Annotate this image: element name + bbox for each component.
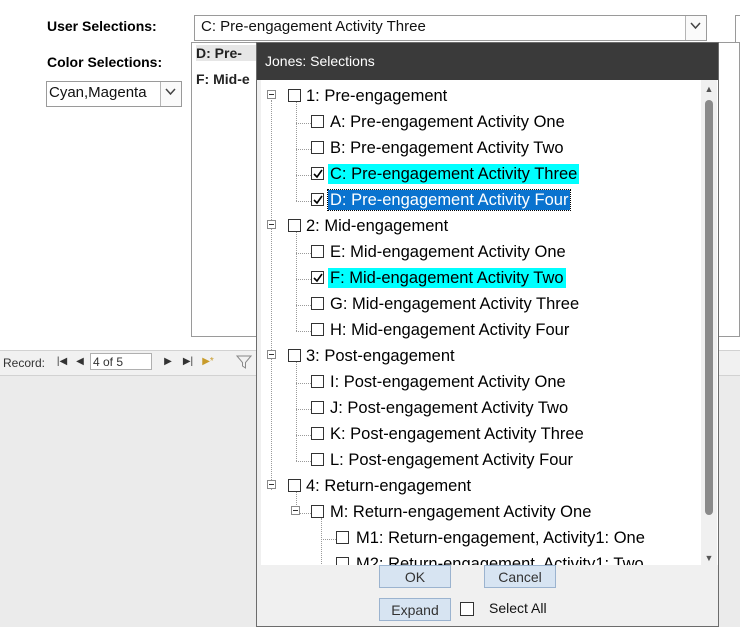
ok-button[interactable]: OK [379, 565, 451, 588]
tree-scrollbar[interactable]: ▲ ▼ [701, 80, 717, 565]
tree-item-label: F: Mid-engagement Activity Two [328, 268, 566, 288]
list-item[interactable]: F: Mid-e [196, 71, 256, 87]
tree-item[interactable]: M1: Return-engagement, Activity1: One [261, 526, 701, 552]
tree-checkbox[interactable] [311, 297, 324, 310]
tree-item-label: 3: Post-engagement [306, 347, 455, 365]
record-number-input[interactable]: 4 of 5 [90, 353, 152, 370]
color-selections-label: Color Selections: [47, 54, 163, 70]
tree-item[interactable]: E: Mid-engagement Activity One [261, 240, 701, 266]
tree-item[interactable]: B: Pre-engagement Activity Two [261, 136, 701, 162]
tree-checkbox[interactable] [311, 453, 324, 466]
tree-item-label: G: Mid-engagement Activity Three [330, 295, 580, 313]
tree-item-label: E: Mid-engagement Activity One [330, 243, 566, 261]
collapse-icon[interactable] [267, 350, 276, 359]
dialog-title: Jones: Selections [257, 43, 718, 80]
tree-checkbox[interactable] [311, 141, 324, 154]
tree-checkbox[interactable] [311, 427, 324, 440]
tree-group[interactable]: 4: Return-engagement [261, 474, 701, 500]
tree-item-label: A: Pre-engagement Activity One [330, 113, 565, 131]
prev-record-icon[interactable]: ◀ [73, 355, 87, 369]
tree-item-label: 4: Return-engagement [306, 477, 472, 495]
tree-item-label: K: Post-engagement Activity Three [330, 425, 584, 443]
filter-icon[interactable] [235, 354, 253, 369]
selections-dialog: Jones: Selections 1: Pre-engagement A: Pr… [256, 42, 719, 627]
tree-item-label: M: Return-engagement Activity One [330, 503, 592, 521]
color-selections-combo[interactable]: Cyan,Magenta [46, 81, 182, 107]
tree-group[interactable]: 2: Mid-engagement [261, 214, 701, 240]
select-all-checkbox[interactable] [460, 602, 474, 616]
collapse-icon[interactable] [267, 480, 276, 489]
tree-item-label: I: Post-engagement Activity One [330, 373, 566, 391]
tree-item[interactable]: A: Pre-engagement Activity One [261, 110, 701, 136]
tree-checkbox[interactable] [311, 375, 324, 388]
tree-item-label: D: Pre-engagement Activity Four [326, 189, 572, 211]
scroll-up-icon[interactable]: ▲ [704, 84, 714, 94]
cancel-button[interactable]: Cancel [484, 565, 556, 588]
tree-checkbox[interactable] [311, 245, 324, 258]
tree-checkbox[interactable] [311, 401, 324, 414]
tree-item[interactable]: M2: Return-engagement, Activity1: Two [261, 552, 701, 565]
tree-item[interactable]: F: Mid-engagement Activity Two [261, 266, 701, 292]
user-selections-label: User Selections: [47, 18, 157, 34]
user-selections-value: C: Pre-engagement Activity Three [201, 18, 426, 35]
collapse-icon[interactable] [291, 506, 300, 515]
collapse-icon[interactable] [267, 220, 276, 229]
new-record-icon[interactable]: ▶* [201, 355, 215, 369]
chevron-down-icon[interactable] [685, 16, 706, 40]
tree-item-label: J: Post-engagement Activity Two [330, 399, 569, 417]
tree-item-label: B: Pre-engagement Activity Two [330, 139, 564, 157]
scroll-thumb[interactable] [705, 100, 713, 515]
tree-item-label: H: Mid-engagement Activity Four [330, 321, 570, 339]
tree-item[interactable]: J: Post-engagement Activity Two [261, 396, 701, 422]
list-item[interactable]: D: Pre- [196, 45, 256, 61]
tree-item-label: C: Pre-engagement Activity Three [328, 164, 580, 184]
tree-checkbox[interactable] [311, 323, 324, 336]
tree-checkbox[interactable] [311, 271, 324, 284]
tree-item[interactable]: I: Post-engagement Activity One [261, 370, 701, 396]
color-selections-value: Cyan,Magenta [49, 84, 147, 101]
selections-tree[interactable]: 1: Pre-engagement A: Pre-engagement Activ… [261, 80, 718, 565]
tree-checkbox[interactable] [288, 89, 301, 102]
tree-checkbox[interactable] [336, 557, 349, 565]
tree-checkbox[interactable] [311, 167, 324, 180]
tree-item-label: M1: Return-engagement, Activity1: One [356, 529, 645, 547]
tree-item-label: 2: Mid-engagement [306, 217, 449, 235]
tree-item[interactable]: L: Post-engagement Activity Four [261, 448, 701, 474]
tree-checkbox[interactable] [288, 479, 301, 492]
next-record-icon[interactable]: ▶ [161, 355, 175, 369]
record-label: Record: [3, 356, 46, 370]
chevron-down-icon[interactable] [160, 82, 181, 106]
collapse-icon[interactable] [267, 90, 276, 99]
tree-item[interactable]: G: Mid-engagement Activity Three [261, 292, 701, 318]
tree-item[interactable]: M: Return-engagement Activity One [261, 500, 701, 526]
tree-checkbox[interactable] [336, 531, 349, 544]
last-record-icon[interactable]: ▶| [181, 355, 195, 369]
tree-group[interactable]: 3: Post-engagement [261, 344, 701, 370]
scroll-down-icon[interactable]: ▼ [704, 553, 714, 563]
edge-control [735, 15, 740, 43]
expand-button[interactable]: Expand [379, 598, 451, 621]
tree-item[interactable]: C: Pre-engagement Activity Three [261, 162, 701, 188]
select-all-label: Select All [489, 600, 547, 616]
tree-checkbox[interactable] [288, 349, 301, 362]
first-record-icon[interactable]: |◀ [55, 355, 69, 369]
user-selections-combo[interactable]: C: Pre-engagement Activity Three [194, 15, 707, 41]
tree-checkbox[interactable] [311, 505, 324, 518]
tree-item-label: L: Post-engagement Activity Four [330, 451, 574, 469]
tree-item-label: 1: Pre-engagement [306, 87, 448, 105]
tree-checkbox[interactable] [288, 219, 301, 232]
tree-checkbox[interactable] [311, 193, 324, 206]
tree-checkbox[interactable] [311, 115, 324, 128]
tree-group[interactable]: 1: Pre-engagement [261, 84, 701, 110]
tree-item-label: M2: Return-engagement, Activity1: Two [356, 555, 644, 565]
tree-item[interactable]: D: Pre-engagement Activity Four [261, 188, 701, 214]
tree-item[interactable]: H: Mid-engagement Activity Four [261, 318, 701, 344]
tree-item[interactable]: K: Post-engagement Activity Three [261, 422, 701, 448]
